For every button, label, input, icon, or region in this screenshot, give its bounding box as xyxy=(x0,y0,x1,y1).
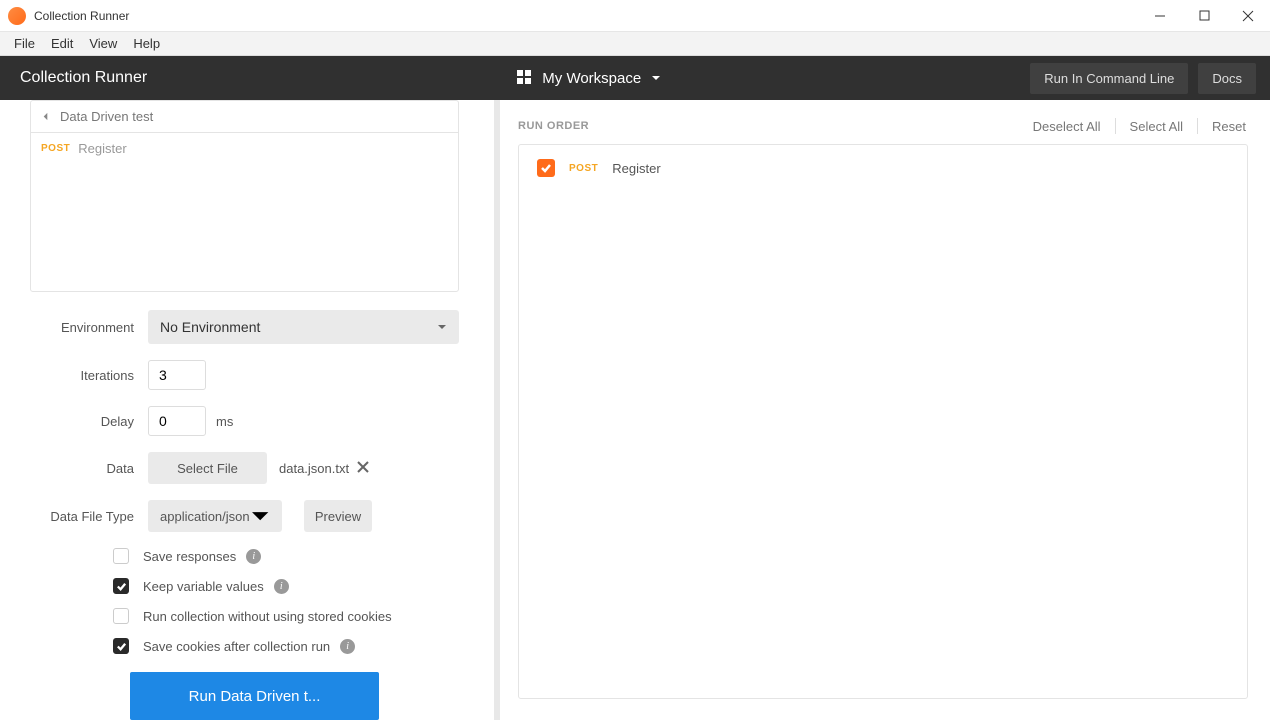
menu-view[interactable]: View xyxy=(81,33,125,54)
method-badge: POST xyxy=(41,143,70,154)
environment-select[interactable]: No Environment xyxy=(148,310,459,344)
menubar: File Edit View Help xyxy=(0,32,1270,56)
workspace-name: My Workspace xyxy=(542,70,641,87)
info-icon[interactable]: i xyxy=(274,579,289,594)
method-badge: POST xyxy=(569,163,598,174)
no-cookies-label: Run collection without using stored cook… xyxy=(143,609,392,624)
no-cookies-checkbox[interactable] xyxy=(113,608,129,624)
right-panel: RUN ORDER Deselect All Select All Reset … xyxy=(500,100,1270,720)
preview-button[interactable]: Preview xyxy=(304,500,372,532)
run-button[interactable]: Run Data Driven t... xyxy=(130,672,379,720)
menu-edit[interactable]: Edit xyxy=(43,33,81,54)
save-responses-label: Save responses xyxy=(143,549,236,564)
topbar-title: Collection Runner xyxy=(0,69,147,87)
collection-box: Data Driven test POST Register xyxy=(30,100,459,292)
runorder-item[interactable]: POST Register xyxy=(537,159,1229,177)
menu-file[interactable]: File xyxy=(6,33,43,54)
maximize-button[interactable] xyxy=(1182,0,1226,32)
run-settings: Environment No Environment Iterations De… xyxy=(30,310,459,720)
collection-name: Data Driven test xyxy=(60,109,153,124)
topbar: Collection Runner My Workspace Run In Co… xyxy=(0,56,1270,100)
delay-label: Delay xyxy=(30,414,148,429)
minimize-button[interactable] xyxy=(1138,0,1182,32)
workspace-selector[interactable]: My Workspace xyxy=(147,69,1030,88)
save-cookies-label: Save cookies after collection run xyxy=(143,639,330,654)
separator xyxy=(1197,118,1198,134)
clear-file-button[interactable] xyxy=(357,461,369,476)
runorder-checkbox[interactable] xyxy=(537,159,555,177)
filetype-value: application/json xyxy=(160,509,250,524)
app-icon xyxy=(8,7,26,25)
delay-unit: ms xyxy=(216,414,233,429)
save-cookies-checkbox[interactable] xyxy=(113,638,129,654)
content: Data Driven test POST Register Environme… xyxy=(0,100,1270,720)
request-row[interactable]: POST Register xyxy=(41,141,448,156)
filetype-label: Data File Type xyxy=(30,509,148,524)
select-file-button[interactable]: Select File xyxy=(148,452,267,484)
info-icon[interactable]: i xyxy=(340,639,355,654)
chevron-down-icon xyxy=(651,71,661,86)
run-commandline-button[interactable]: Run In Command Line xyxy=(1030,63,1188,94)
iterations-label: Iterations xyxy=(30,368,148,383)
iterations-input[interactable] xyxy=(148,360,206,390)
runorder-box: POST Register xyxy=(518,144,1248,699)
titlebar: Collection Runner xyxy=(0,0,1270,32)
menu-help[interactable]: Help xyxy=(125,33,168,54)
chevron-down-icon xyxy=(250,506,270,526)
grid-icon xyxy=(516,69,532,88)
delay-input[interactable] xyxy=(148,406,206,436)
window-title: Collection Runner xyxy=(34,9,1138,23)
runorder-actions: Deselect All Select All Reset xyxy=(1027,118,1252,134)
runorder-header: RUN ORDER Deselect All Select All Reset xyxy=(518,118,1252,134)
docs-button[interactable]: Docs xyxy=(1198,63,1256,94)
data-file-name: data.json.txt xyxy=(279,461,349,476)
close-button[interactable] xyxy=(1226,0,1270,32)
keep-vars-checkbox[interactable] xyxy=(113,578,129,594)
left-panel: Data Driven test POST Register Environme… xyxy=(0,100,500,720)
select-all-link[interactable]: Select All xyxy=(1124,119,1189,134)
keep-vars-label: Keep variable values xyxy=(143,579,264,594)
data-label: Data xyxy=(30,461,148,476)
save-responses-checkbox[interactable] xyxy=(113,548,129,564)
collection-header[interactable]: Data Driven test xyxy=(31,101,458,133)
collection-body: POST Register xyxy=(31,133,458,291)
separator xyxy=(1115,118,1116,134)
runorder-request-name: Register xyxy=(612,161,660,176)
environment-value: No Environment xyxy=(160,319,260,335)
request-name: Register xyxy=(78,141,126,156)
filetype-select[interactable]: application/json xyxy=(148,500,282,532)
chevron-left-icon xyxy=(41,112,50,121)
chevron-down-icon xyxy=(437,322,447,332)
window-controls xyxy=(1138,0,1270,32)
reset-link[interactable]: Reset xyxy=(1206,119,1252,134)
runorder-title: RUN ORDER xyxy=(518,120,1027,132)
environment-label: Environment xyxy=(30,320,148,335)
topbar-actions: Run In Command Line Docs xyxy=(1030,63,1270,94)
deselect-all-link[interactable]: Deselect All xyxy=(1027,119,1107,134)
info-icon[interactable]: i xyxy=(246,549,261,564)
